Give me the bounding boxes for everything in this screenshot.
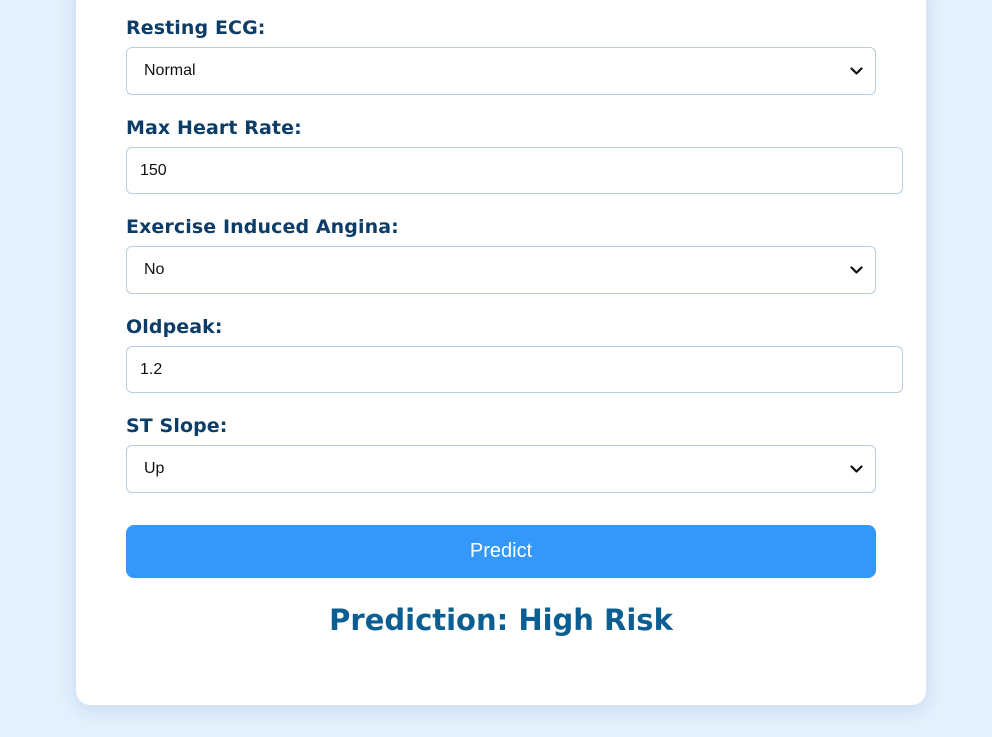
max-heart-rate-label: Max Heart Rate: [126, 117, 302, 139]
st-slope-label: ST Slope: [126, 415, 228, 437]
exercise-angina-select[interactable]: No [126, 246, 876, 294]
resting-ecg-value: Normal [144, 62, 196, 79]
chevron-down-icon [850, 265, 863, 274]
chevron-down-icon [850, 464, 863, 473]
st-slope-select[interactable]: Up [126, 445, 876, 493]
st-slope-value: Up [144, 460, 165, 477]
oldpeak-value: 1.2 [140, 360, 163, 378]
predict-button[interactable]: Predict [126, 525, 876, 578]
oldpeak-input[interactable]: 1.2 [126, 346, 903, 393]
oldpeak-label: Oldpeak: [126, 316, 223, 338]
max-heart-rate-input[interactable]: 150 [126, 147, 903, 194]
chevron-down-icon [850, 66, 863, 75]
prediction-result: Prediction: High Risk [329, 603, 673, 637]
exercise-angina-label: Exercise Induced Angina: [126, 216, 399, 238]
max-heart-rate-value: 150 [140, 161, 167, 179]
resting-ecg-label: Resting ECG: [126, 17, 266, 39]
predict-button-label: Predict [469, 540, 533, 562]
exercise-angina-value: No [144, 261, 165, 278]
resting-ecg-select[interactable]: Normal [126, 47, 876, 95]
